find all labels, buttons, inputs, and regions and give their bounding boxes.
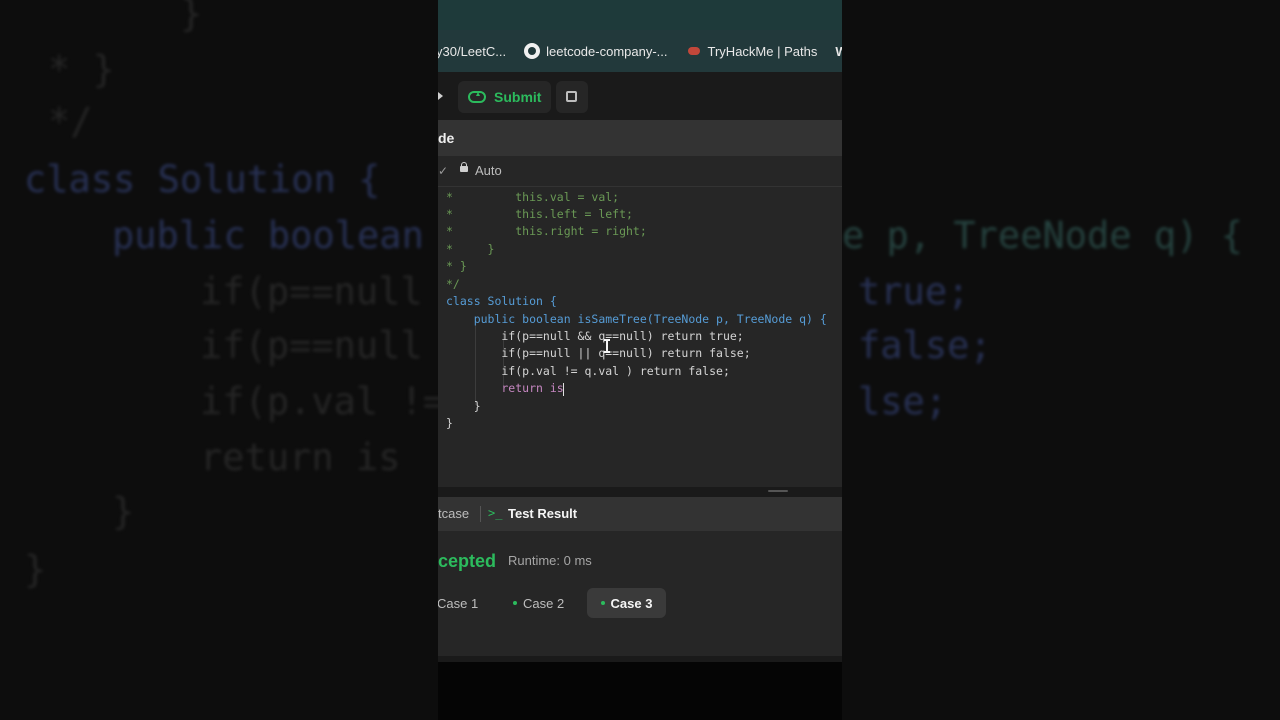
browser-panel: y30/LeetC... leetcode-company-... TryHac… xyxy=(438,0,842,720)
backdrop-line: return is xyxy=(200,436,401,479)
backdrop-line: * } xyxy=(48,48,115,91)
code-line: * this.right = right; xyxy=(446,224,647,238)
bookmark-leetcode-repo[interactable]: y30/LeetC... xyxy=(438,44,506,59)
bookmark-leetcode-company[interactable]: leetcode-company-... xyxy=(524,43,668,59)
backdrop-line: if(p==null xyxy=(200,324,423,367)
backdrop-line: } xyxy=(180,0,203,35)
notes-button[interactable] xyxy=(556,81,588,113)
bottom-letterbox xyxy=(438,662,842,720)
backdrop-line: if(p.val != xyxy=(200,380,446,423)
tab-testcase[interactable]: tcase xyxy=(438,506,469,521)
backdrop-line: false; xyxy=(858,324,992,367)
bookmark-tryhackme[interactable]: TryHackMe | Paths xyxy=(686,43,818,59)
code-line: * this.val = val; xyxy=(446,190,620,204)
runtime-text: Runtime: 0 ms xyxy=(508,553,592,568)
status-text: cepted xyxy=(438,551,497,571)
case-label: Case 2 xyxy=(523,595,565,611)
bookmark-label: leetcode-company-... xyxy=(546,43,668,59)
code-line: * } xyxy=(446,242,495,256)
tryhackme-icon xyxy=(686,44,702,58)
tab-divider xyxy=(480,506,481,522)
backdrop-line: public boolean xyxy=(112,214,424,257)
submit-label: Submit xyxy=(494,89,542,105)
language-mode[interactable]: Auto xyxy=(475,163,502,178)
run-arrow-icon[interactable] xyxy=(438,92,443,100)
code-line: * } xyxy=(446,259,467,273)
backdrop-line: true; xyxy=(858,270,970,313)
backdrop-line: e p, TreeNode q) { xyxy=(842,214,1243,257)
bookmark-label: y30/LeetC... xyxy=(438,43,507,59)
text-cursor xyxy=(563,383,564,396)
code-panel-title: de xyxy=(438,130,455,146)
note-icon xyxy=(566,91,577,102)
code-line: if(p==null && q==null) return true; xyxy=(446,329,744,343)
case-tab-1[interactable]: Case 1 xyxy=(438,588,478,618)
code-line: } xyxy=(446,399,481,413)
submit-button[interactable]: Submit xyxy=(458,81,552,113)
code-line-active: return is xyxy=(446,381,564,395)
code-editor[interactable]: * this.val = val; * this.left = left; * … xyxy=(438,187,842,487)
github-icon xyxy=(524,43,541,59)
backdrop-line: } xyxy=(112,490,135,533)
cloud-upload-icon xyxy=(468,91,486,103)
editor-options-bar: ✓ Auto xyxy=(438,156,842,187)
backdrop-line: class Solution { xyxy=(24,158,381,201)
code-line: class Solution { xyxy=(446,294,557,308)
case-label: Case 3 xyxy=(610,595,653,611)
code-panel-header: de xyxy=(438,120,842,156)
lock-icon xyxy=(460,162,468,172)
case-label: Case 1 xyxy=(438,595,479,611)
bookmarks-bar: y30/LeetC... leetcode-company-... TryHac… xyxy=(438,30,842,72)
backdrop-line: } xyxy=(24,548,47,591)
bookmark-label: TryHackMe | Paths xyxy=(707,43,818,59)
editor-toolbar: Submit xyxy=(438,72,842,120)
bookmark-label: W xyxy=(835,43,842,59)
case-tab-2[interactable]: Case 2 xyxy=(513,588,564,618)
mouse-ibeam-cursor xyxy=(604,339,610,353)
result-tabs: tcase >_ Test Result xyxy=(438,497,842,531)
code-line: if(p.val != q.val ) return false; xyxy=(446,364,730,378)
backdrop-line: if(p==null xyxy=(200,270,423,313)
code-line: if(p==null || q==null) return false; xyxy=(446,346,751,360)
pass-dot-icon xyxy=(513,601,517,605)
tab-test-result[interactable]: Test Result xyxy=(508,506,577,521)
chevron-down-icon[interactable]: ✓ xyxy=(438,164,448,178)
backdrop-line: */ xyxy=(48,100,93,143)
backdrop-line: lse; xyxy=(858,380,948,423)
panel-resize-handle[interactable] xyxy=(768,490,788,492)
code-line: public boolean isSameTree(TreeNode p, Tr… xyxy=(446,312,827,326)
case-tab-3[interactable]: Case 3 xyxy=(587,588,666,618)
result-panel: cepted Runtime: 0 ms Case 1 Case 2 Case … xyxy=(438,531,842,656)
code-line: */ xyxy=(446,277,460,291)
browser-tab-strip xyxy=(438,0,842,30)
code-line: * this.left = left; xyxy=(446,207,633,221)
terminal-icon: >_ xyxy=(488,506,503,520)
code-line: } xyxy=(446,416,453,430)
bookmark-more[interactable]: W xyxy=(835,44,842,59)
pass-dot-icon xyxy=(600,601,605,605)
